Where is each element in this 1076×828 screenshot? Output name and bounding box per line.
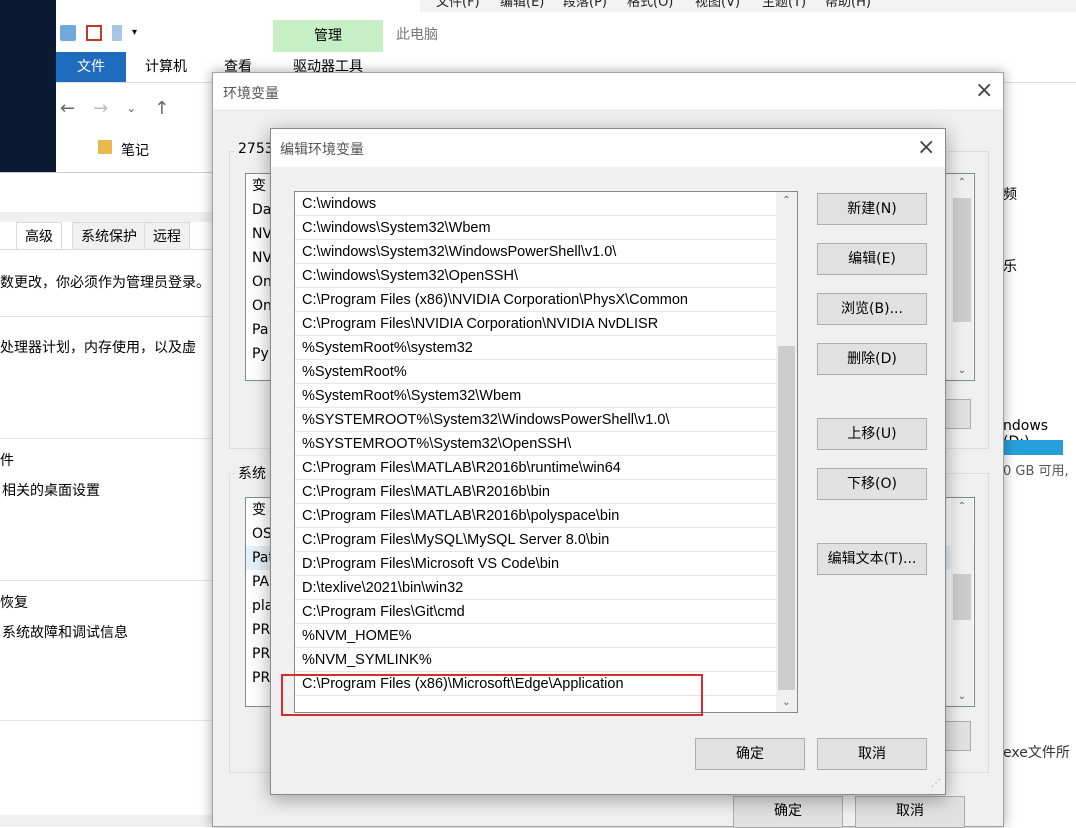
list-item[interactable]: %NVM_SYMLINK% xyxy=(295,648,776,672)
window-title: 此电脑 xyxy=(396,27,438,43)
scroll-up-icon[interactable]: ⌃ xyxy=(951,498,973,516)
list-item[interactable]: C:\windows\System32\Wbem xyxy=(295,216,776,240)
chevron-down-icon[interactable]: ▾ xyxy=(132,25,148,41)
folder-notes[interactable]: 笔记 xyxy=(121,140,149,160)
move-down-button[interactable]: 下移(O) xyxy=(817,468,927,500)
new-button[interactable]: 新建(N) xyxy=(817,193,927,225)
navigation-bar: ← → ⌄ ↑ xyxy=(60,90,169,126)
properties-icon[interactable] xyxy=(86,25,102,41)
list-item[interactable]: D:\Program Files\Microsoft VS Code\bin xyxy=(295,552,776,576)
scroll-down-icon[interactable]: ⌄ xyxy=(951,362,973,380)
quick-access-toolbar: ▾ xyxy=(60,22,148,44)
startup-recovery-title: 恢复 xyxy=(0,595,28,611)
scroll-down-icon[interactable]: ⌄ xyxy=(776,694,797,712)
list-item[interactable]: %SystemRoot%\system32 xyxy=(295,336,776,360)
folder-label-fragment: 乐 xyxy=(1003,259,1017,275)
list-item[interactable]: C:\Program Files (x86)\NVIDIA Corporatio… xyxy=(295,288,776,312)
scroll-up-icon[interactable]: ⌃ xyxy=(951,174,973,192)
dialog-title: 编辑环境变量 xyxy=(280,142,364,158)
highlight-box xyxy=(281,674,703,716)
path-list-scrollbar[interactable]: ⌃ ⌄ xyxy=(776,192,797,712)
browse-button[interactable]: 浏览(B)... xyxy=(817,293,927,325)
desktop-background xyxy=(0,0,56,172)
drive-usage-bar xyxy=(1003,440,1063,455)
scroll-up-icon[interactable]: ⌃ xyxy=(776,192,797,210)
menu-help[interactable]: 帮助(H) xyxy=(825,0,871,9)
list-item[interactable]: C:\Program Files\MySQL\MySQL Server 8.0\… xyxy=(295,528,776,552)
menu-file[interactable]: 文件(F) xyxy=(436,0,480,9)
dialog-title: 环境变量 xyxy=(223,86,279,102)
startup-recovery-description: 系统故障和调试信息 xyxy=(2,625,128,641)
close-icon[interactable]: × xyxy=(975,80,993,102)
list-item[interactable]: C:\Program Files\MATLAB\R2016b\runtime\w… xyxy=(295,456,776,480)
list-item[interactable]: %SystemRoot%\System32\Wbem xyxy=(295,384,776,408)
list-item[interactable]: C:\windows xyxy=(295,192,776,216)
tab-manage[interactable]: 管理 xyxy=(273,20,383,52)
move-up-button[interactable]: 上移(U) xyxy=(817,418,927,450)
list-item[interactable]: %NVM_HOME% xyxy=(295,624,776,648)
tab-computer[interactable]: 计算机 xyxy=(132,52,200,82)
description-fragment: exe文件所 xyxy=(1003,745,1070,761)
env-cancel-button[interactable]: 取消 xyxy=(855,796,965,828)
user-profiles-description: 相关的桌面设置 xyxy=(2,483,100,499)
scroll-down-icon[interactable]: ⌄ xyxy=(951,688,973,706)
list-item[interactable]: C:\Program Files\Git\cmd xyxy=(295,600,776,624)
list-item[interactable]: C:\Program Files\MATLAB\R2016b\bin xyxy=(295,480,776,504)
list-item[interactable]: %SystemRoot% xyxy=(295,360,776,384)
list-item[interactable]: C:\windows\System32\OpenSSH\ xyxy=(295,264,776,288)
tab-system-protection[interactable]: 系统保护 xyxy=(72,222,146,250)
resize-grip-icon[interactable]: ⋰ xyxy=(931,779,941,789)
list-item[interactable]: C:\Program Files\NVIDIA Corporation\NVID… xyxy=(295,312,776,336)
performance-description: 处理器计划，内存使用，以及虚 xyxy=(0,340,196,356)
edit-text-button[interactable]: 编辑文本(T)... xyxy=(817,543,927,575)
delete-button[interactable]: 删除(D) xyxy=(817,343,927,375)
list-item[interactable]: %SYSTEMROOT%\System32\OpenSSH\ xyxy=(295,432,776,456)
path-list[interactable]: C:\windows C:\windows\System32\Wbem C:\w… xyxy=(294,191,798,713)
system-list-scrollbar[interactable]: ⌃ ⌄ xyxy=(951,498,973,706)
list-item[interactable]: C:\Program Files\MATLAB\R2016b\polyspace… xyxy=(295,504,776,528)
back-arrow-icon[interactable]: ← xyxy=(60,98,75,119)
system-variables-label: 系统 xyxy=(235,463,269,483)
folder-label-fragment: 频 xyxy=(1003,187,1017,203)
up-arrow-icon[interactable]: ↑ xyxy=(154,98,169,119)
cancel-button[interactable]: 取消 xyxy=(817,738,927,770)
menu-format[interactable]: 格式(O) xyxy=(627,0,673,9)
forward-arrow-icon[interactable]: → xyxy=(93,98,108,119)
menu-edit[interactable]: 编辑(E) xyxy=(500,0,544,9)
admin-note: 数更改，你必须作为管理员登录。 xyxy=(0,275,210,291)
edit-button[interactable]: 编辑(E) xyxy=(817,243,927,275)
list-item[interactable]: C:\windows\System32\WindowsPowerShell\v1… xyxy=(295,240,776,264)
user-list-scrollbar[interactable]: ⌃ ⌄ xyxy=(951,174,973,380)
word-menu-bar: 文件(F) 编辑(E) 段落(P) 格式(O) 视图(V) 主题(T) 帮助(H… xyxy=(420,0,1076,12)
tab-remote[interactable]: 远程 xyxy=(144,222,190,250)
computer-icon[interactable] xyxy=(60,25,76,41)
ok-button[interactable]: 确定 xyxy=(695,738,805,770)
list-item[interactable]: %SYSTEMROOT%\System32\WindowsPowerShell\… xyxy=(295,408,776,432)
menu-theme[interactable]: 主题(T) xyxy=(762,0,806,9)
drive-free-space: 0 GB 可用, xyxy=(1003,464,1069,479)
new-folder-icon[interactable] xyxy=(112,25,122,41)
list-item[interactable]: D:\texlive\2021\bin\win32 xyxy=(295,576,776,600)
menu-paragraph[interactable]: 段落(P) xyxy=(563,0,607,9)
menu-view[interactable]: 视图(V) xyxy=(695,0,740,9)
history-chevron-icon[interactable]: ⌄ xyxy=(126,101,136,115)
tab-file[interactable]: 文件 xyxy=(56,52,126,82)
close-icon[interactable]: × xyxy=(917,137,935,159)
user-profiles-title: 件 xyxy=(0,453,14,469)
env-ok-button[interactable]: 确定 xyxy=(733,796,843,828)
tab-advanced[interactable]: 高级 xyxy=(16,222,62,250)
folder-icon xyxy=(98,140,112,154)
